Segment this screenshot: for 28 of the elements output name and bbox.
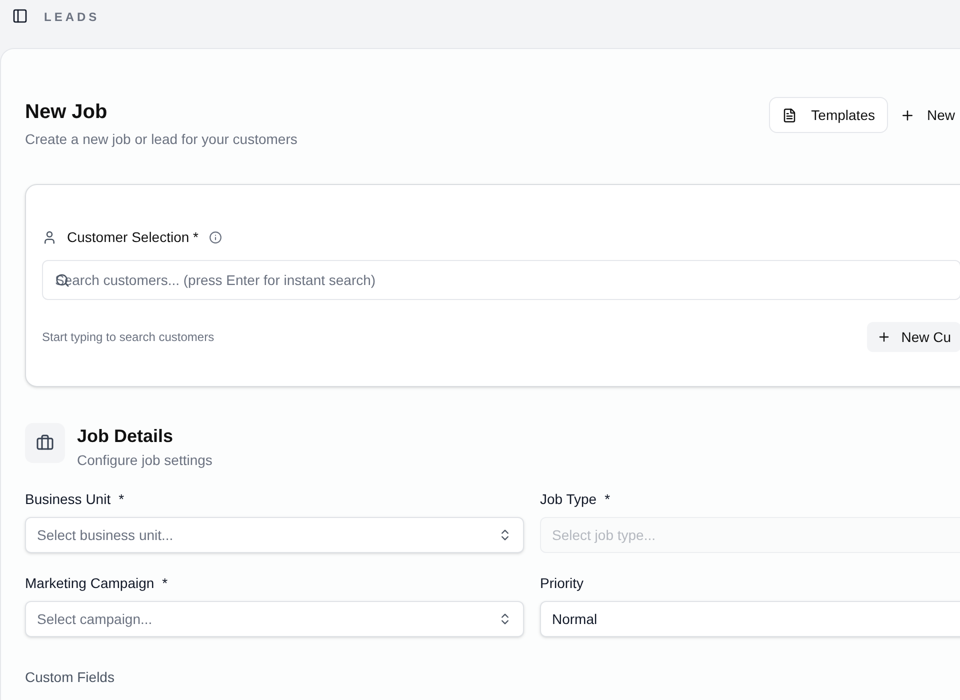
field-label: Job Type <box>540 490 597 509</box>
new-button[interactable]: New <box>896 97 959 133</box>
person-icon <box>42 230 57 245</box>
section-label: Custom Fields <box>25 668 116 687</box>
select-field[interactable]: Select campaign... <box>25 601 524 637</box>
required-mark: * <box>162 574 168 593</box>
field-label: Customer Selection * <box>67 228 199 247</box>
templates-button[interactable]: Templates <box>769 97 888 133</box>
required-mark: * <box>604 490 610 509</box>
select-field[interactable]: Select business unit... <box>25 517 524 553</box>
briefcase-icon <box>36 434 54 452</box>
section-title: Job Details <box>77 425 174 448</box>
page-title: LEADS <box>44 9 100 26</box>
field-label: Priority <box>540 574 584 593</box>
input-field[interactable]: Normal <box>540 601 960 637</box>
new-customer-button[interactable]: New Cu <box>867 322 960 352</box>
section-subtitle: Configure job settings <box>77 451 212 470</box>
helper-text: Start typing to search customers <box>42 329 214 346</box>
field-label: Marketing Campaign <box>25 574 154 593</box>
required-mark: * <box>118 490 124 509</box>
document-icon <box>782 108 798 122</box>
subtitle: Create a new job or lead for your customers <box>25 130 298 149</box>
field-label: Business Unit <box>25 490 111 509</box>
sidebar-toggle-icon[interactable] <box>12 8 28 24</box>
info-icon <box>208 231 222 244</box>
heading: New Job <box>25 100 108 125</box>
plus-icon <box>900 108 915 122</box>
plus-icon <box>877 330 892 344</box>
